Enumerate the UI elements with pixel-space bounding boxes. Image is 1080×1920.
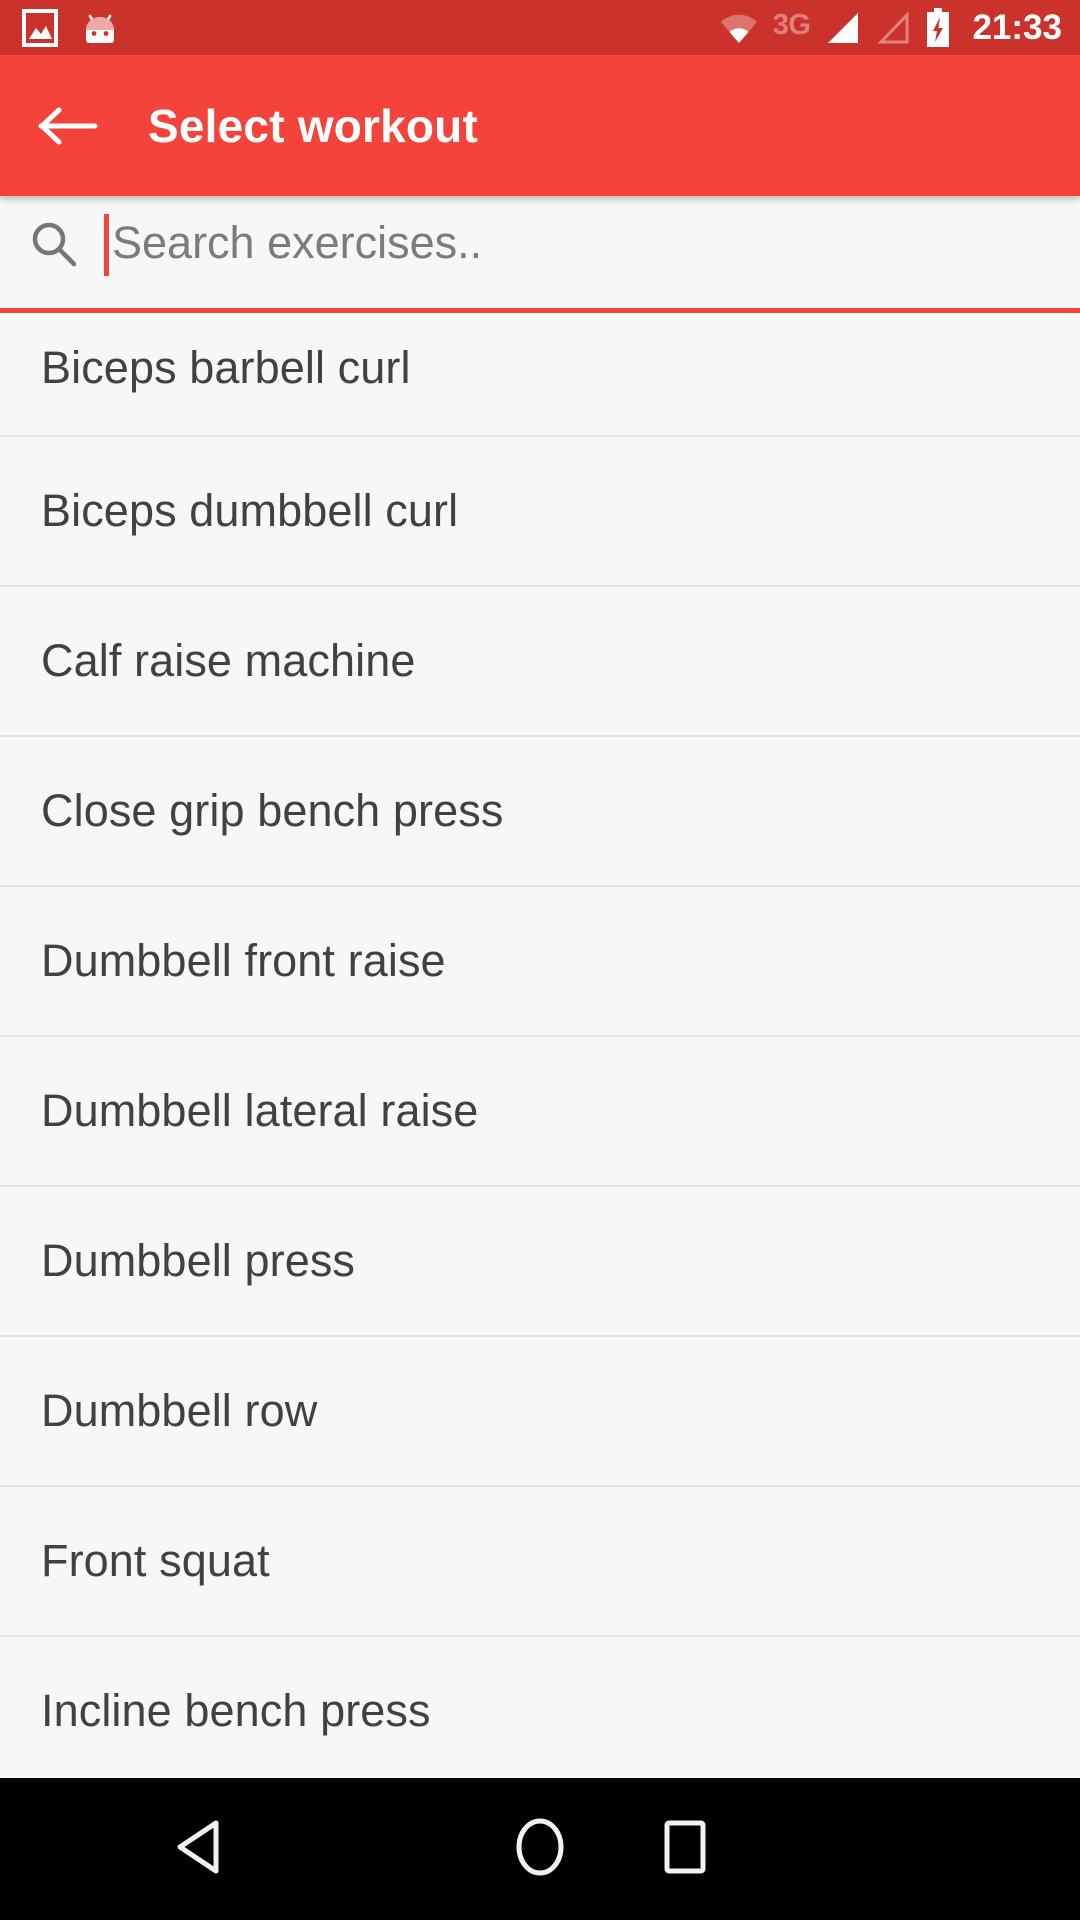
list-item[interactable]: Dumbbell row bbox=[0, 1337, 1080, 1487]
circle-home-icon bbox=[513, 1816, 567, 1883]
nav-back-button[interactable] bbox=[138, 1778, 258, 1920]
list-item-label: Front squat bbox=[41, 1535, 270, 1586]
list-item[interactable]: Dumbbell lateral raise bbox=[0, 1037, 1080, 1187]
photo-icon bbox=[22, 8, 58, 47]
signal-bars-icon bbox=[823, 11, 861, 45]
wifi-icon bbox=[718, 11, 760, 45]
square-recents-icon bbox=[662, 1818, 708, 1881]
list-item-label: Dumbbell row bbox=[41, 1385, 318, 1436]
list-item-label: Dumbbell front raise bbox=[41, 935, 446, 986]
list-item-label: Close grip bench press bbox=[41, 785, 504, 836]
list-item-label: Dumbbell press bbox=[41, 1235, 356, 1286]
list-item[interactable]: Front squat bbox=[0, 1487, 1080, 1637]
list-item-label: Calf raise machine bbox=[41, 635, 416, 686]
android-navigation-bar bbox=[0, 1778, 1080, 1920]
list-item-label: Biceps dumbbell curl bbox=[41, 485, 459, 536]
page-title: Select workout bbox=[148, 99, 478, 152]
search-icon bbox=[28, 218, 80, 272]
search-bar bbox=[0, 196, 1080, 313]
list-item[interactable]: Dumbbell front raise bbox=[0, 887, 1080, 1037]
app-bar: Select workout bbox=[0, 55, 1080, 196]
nav-home-button[interactable] bbox=[480, 1778, 600, 1920]
list-item[interactable]: Calf raise machine bbox=[0, 587, 1080, 737]
list-item[interactable]: Incline bench press bbox=[0, 1637, 1080, 1778]
list-item[interactable]: Biceps barbell curl bbox=[0, 300, 1080, 437]
list-item-label: Biceps barbell curl bbox=[41, 341, 411, 393]
arrow-back-icon[interactable] bbox=[38, 95, 100, 157]
list-item[interactable]: Biceps dumbbell curl bbox=[0, 437, 1080, 587]
status-bar-left-icons bbox=[22, 8, 120, 48]
status-bar: 3G 21:33 bbox=[0, 0, 1080, 55]
list-item-label: Dumbbell lateral raise bbox=[41, 1085, 479, 1136]
signal-bars-secondary-icon bbox=[874, 10, 912, 45]
search-underline bbox=[0, 308, 1080, 313]
exercise-list[interactable]: Biceps barbell curl Biceps dumbbell curl… bbox=[0, 300, 1080, 1778]
android-head-icon bbox=[80, 8, 120, 48]
status-bar-clock: 21:33 bbox=[972, 8, 1062, 47]
list-item-label: Incline bench press bbox=[41, 1685, 431, 1736]
app-root: 3G 21:33 Select workout Search exercises… bbox=[0, 0, 1080, 1920]
nav-recents-button[interactable] bbox=[625, 1778, 745, 1920]
list-item[interactable]: Dumbbell press bbox=[0, 1187, 1080, 1337]
list-item[interactable]: Close grip bench press bbox=[0, 737, 1080, 887]
status-bar-right-icons: 3G 21:33 bbox=[718, 7, 1062, 48]
triangle-back-icon bbox=[172, 1818, 224, 1881]
search-row[interactable] bbox=[0, 196, 1080, 308]
search-input[interactable] bbox=[109, 214, 1062, 276]
battery-charging-icon bbox=[925, 7, 951, 48]
network-type-label: 3G bbox=[772, 9, 811, 41]
